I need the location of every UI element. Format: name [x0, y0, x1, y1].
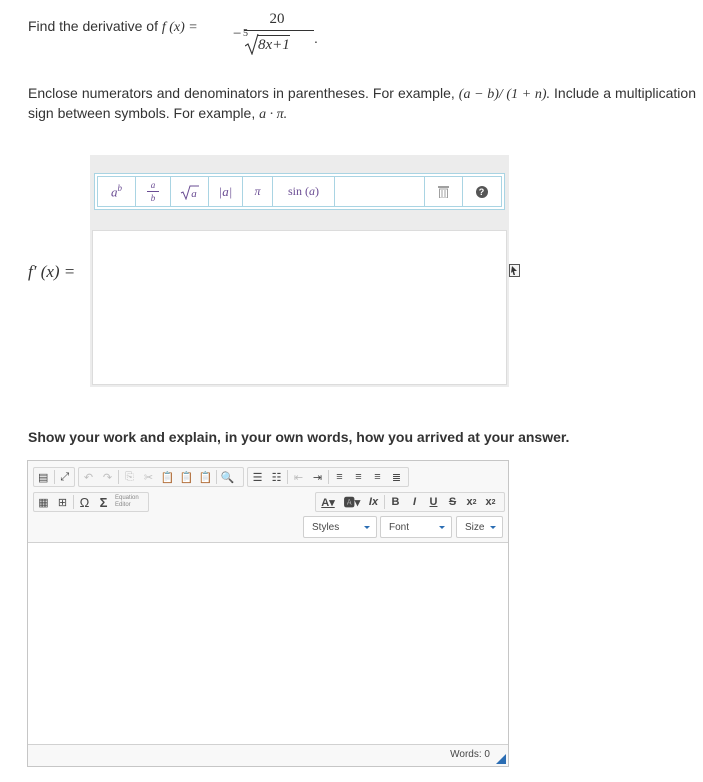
fraction-bar: [244, 30, 314, 31]
trash-icon: [438, 185, 449, 198]
horizontal-rule-icon[interactable]: ▦: [34, 493, 53, 511]
bg-color-icon[interactable]: 🅰▾: [340, 493, 364, 511]
word-count: Words: 0: [450, 749, 490, 760]
instructions: Enclose numerators and denominators in p…: [28, 84, 696, 124]
fraction-icon: a b: [147, 180, 159, 203]
work-prompt: Show your work and explain, in your own …: [28, 429, 570, 445]
power-button[interactable]: ab: [98, 177, 136, 206]
align-left-icon[interactable]: ≡: [330, 468, 349, 486]
size-dropdown[interactable]: Size: [456, 516, 503, 538]
svg-text:a: a: [151, 180, 156, 190]
redo-icon[interactable]: ↷: [98, 468, 117, 486]
fraction-button[interactable]: a b: [136, 177, 171, 206]
check-answer-icon[interactable]: [509, 264, 520, 277]
sqrt-button[interactable]: a: [171, 177, 209, 206]
question-prompt: Find the derivative of f (x) = − 20 5 8x…: [28, 10, 328, 58]
answer-input[interactable]: [92, 230, 507, 385]
format-group: A▾ 🅰▾ Ix B I U S x2 x2: [315, 492, 505, 512]
math-editor: ab a b a |a| π sin (a) ?: [90, 155, 509, 387]
styles-dropdown[interactable]: Styles: [303, 516, 377, 538]
delete-button[interactable]: [425, 177, 463, 206]
source-icon[interactable]: ▤: [34, 468, 53, 486]
paste-word-icon[interactable]: 📋: [196, 468, 215, 486]
indent-icon[interactable]: ⇥: [308, 468, 327, 486]
clipboard-group: ↶ ↷ ⎘ ✂ 📋 📋 📋 🔍: [78, 467, 244, 487]
align-center-icon[interactable]: ≡: [349, 468, 368, 486]
cut-icon[interactable]: ✂: [139, 468, 158, 486]
special-char-icon[interactable]: Ω: [75, 493, 94, 511]
chevron-down-icon: [490, 526, 496, 529]
strikethrough-icon[interactable]: S: [443, 493, 462, 511]
paste-icon[interactable]: 📋: [158, 468, 177, 486]
equation-editor-button[interactable]: Equation Editor: [113, 495, 139, 509]
function-lhs: f (x) =: [161, 20, 198, 35]
chevron-down-icon: [439, 526, 445, 529]
resize-handle-icon[interactable]: [496, 754, 506, 764]
rich-text-editor: ▤ ⤢ ↶ ↷ ⎘ ✂ 📋 📋 📋 🔍 ☰ ☷ ⇤ ⇥ ≡ ≡ ≡ ≣ ▦ ⊞ …: [27, 460, 509, 767]
bold-icon[interactable]: B: [386, 493, 405, 511]
math-toolbar: ab a b a |a| π sin (a) ?: [94, 173, 505, 210]
radical-icon: [245, 33, 259, 55]
source-group: ▤ ⤢: [33, 467, 75, 487]
help-icon: ?: [475, 185, 488, 198]
superscript-icon[interactable]: x2: [481, 493, 500, 511]
question-period: .: [314, 30, 318, 46]
pi-button[interactable]: π: [243, 177, 273, 206]
help-button[interactable]: ?: [463, 177, 500, 206]
abs-button[interactable]: |a|: [209, 177, 243, 206]
instructions-example-2: a · π.: [259, 107, 288, 122]
svg-text:a: a: [191, 188, 197, 200]
answer-label: f′ (x) =: [28, 262, 76, 281]
table-icon[interactable]: ⊞: [53, 493, 72, 511]
svg-text:b: b: [151, 193, 156, 203]
sigma-icon[interactable]: Σ: [94, 493, 113, 511]
font-dropdown[interactable]: Font: [380, 516, 452, 538]
instructions-example-1: (a − b)/ (1 + n).: [458, 87, 550, 102]
rte-footer: Words: 0: [28, 744, 508, 766]
remove-format-icon[interactable]: Ix: [364, 493, 383, 511]
outdent-icon[interactable]: ⇤: [289, 468, 308, 486]
italic-icon[interactable]: I: [405, 493, 424, 511]
copy-icon[interactable]: ⎘: [120, 468, 139, 486]
subscript-icon[interactable]: x2: [462, 493, 481, 511]
maximize-icon[interactable]: ⤢: [55, 468, 74, 486]
justify-icon[interactable]: ≣: [387, 468, 406, 486]
text-color-icon[interactable]: A▾: [316, 493, 340, 511]
numbered-list-icon[interactable]: ☰: [248, 468, 267, 486]
radicand: 8x+1: [258, 35, 290, 53]
sqrt-icon: a: [180, 185, 199, 200]
paste-text-icon[interactable]: 📋: [177, 468, 196, 486]
paragraph-group: ☰ ☷ ⇤ ⇥ ≡ ≡ ≡ ≣: [247, 467, 409, 487]
instructions-text-1: Enclose numerators and denominators in p…: [28, 85, 459, 101]
align-right-icon[interactable]: ≡: [368, 468, 387, 486]
insert-group: ▦ ⊞ Ω Σ Equation Editor: [33, 492, 149, 512]
sin-button[interactable]: sin (a): [273, 177, 335, 206]
underline-icon[interactable]: U: [424, 493, 443, 511]
question-text: Find the derivative of: [28, 18, 162, 34]
chevron-down-icon: [364, 526, 370, 529]
work-text-area[interactable]: [28, 544, 508, 744]
fraction-numerator: 20: [269, 11, 285, 27]
find-icon[interactable]: 🔍: [218, 468, 237, 486]
bulleted-list-icon[interactable]: ☷: [267, 468, 286, 486]
function-fraction: 20 5 8x+1: [240, 10, 314, 58]
undo-icon[interactable]: ↶: [79, 468, 98, 486]
rte-toolbar: ▤ ⤢ ↶ ↷ ⎘ ✂ 📋 📋 📋 🔍 ☰ ☷ ⇤ ⇥ ≡ ≡ ≡ ≣ ▦ ⊞ …: [28, 461, 508, 543]
